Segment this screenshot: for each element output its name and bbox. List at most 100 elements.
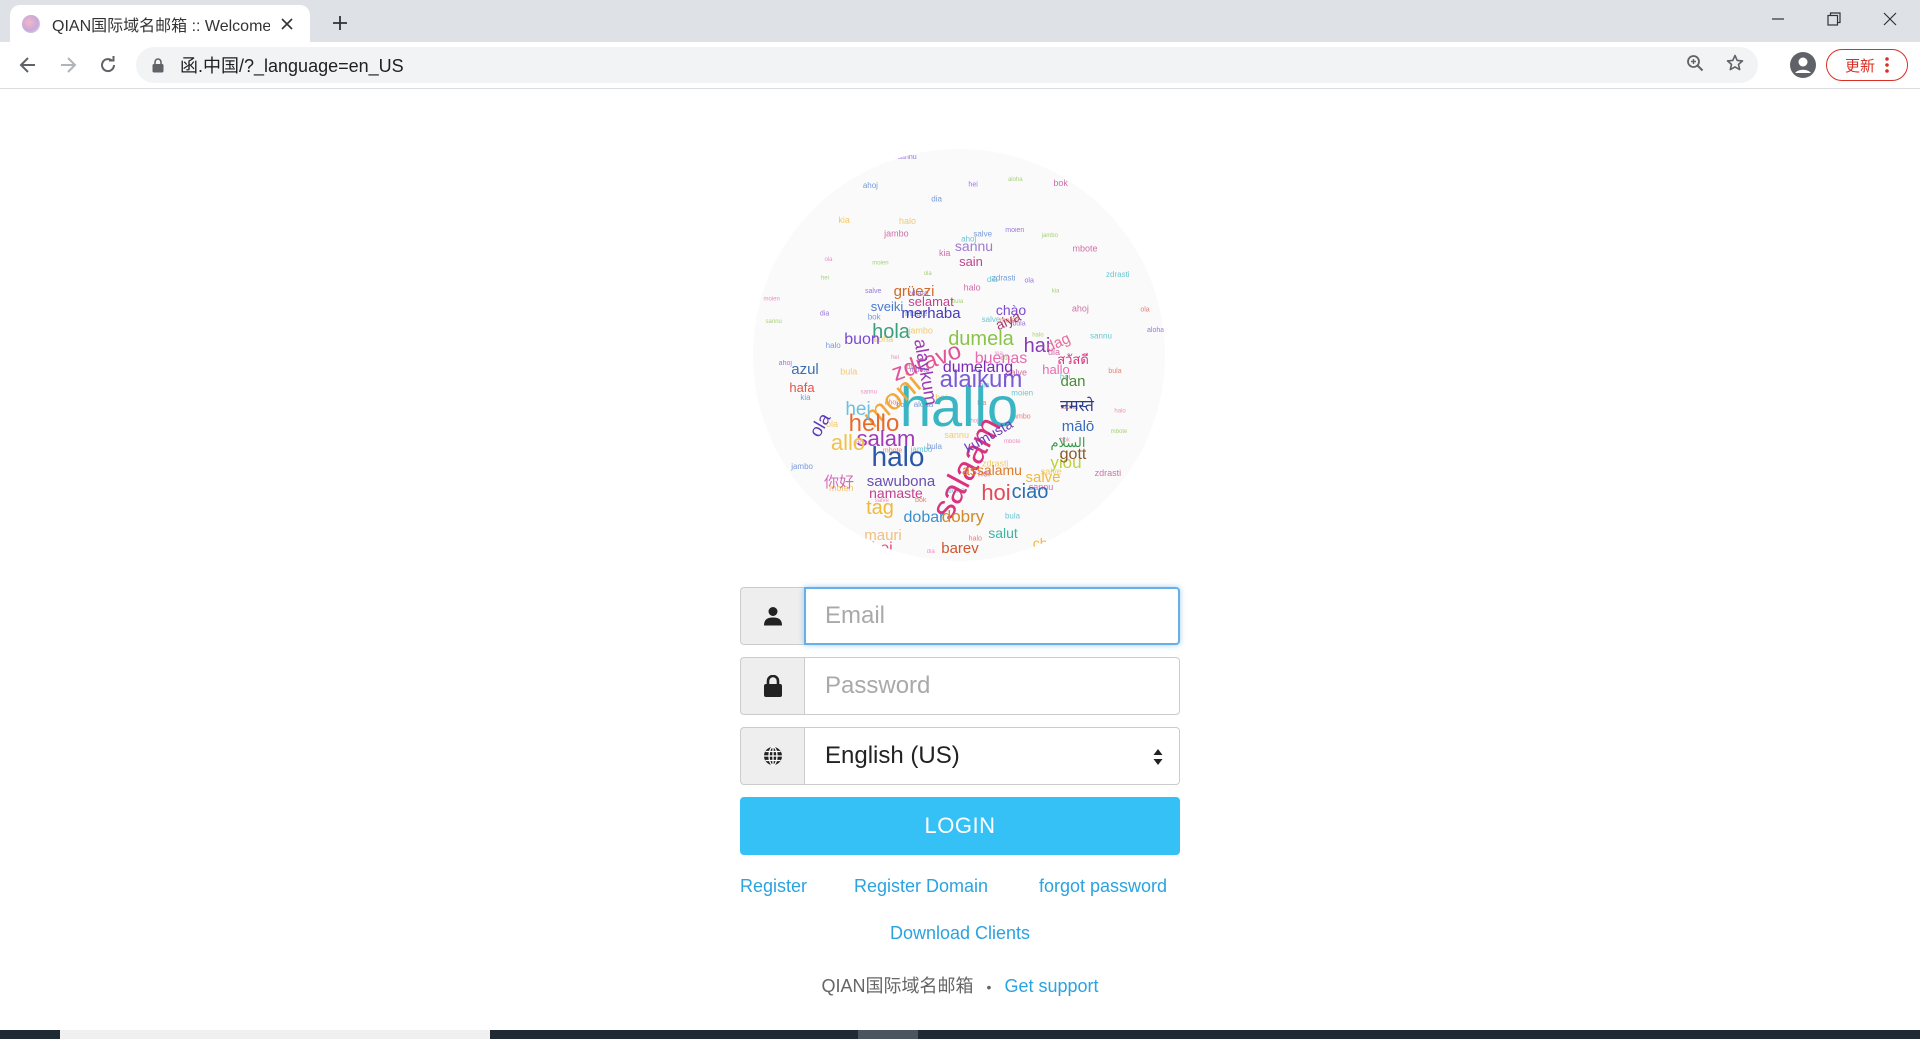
language-selected: English (US) bbox=[825, 742, 960, 769]
globe-icon bbox=[740, 727, 804, 785]
lock-icon[interactable] bbox=[150, 56, 166, 74]
reload-button[interactable] bbox=[92, 49, 124, 81]
logo-word: azul bbox=[791, 361, 819, 378]
logo-word: नमस्ते bbox=[1060, 396, 1095, 415]
zoom-icon[interactable] bbox=[1686, 54, 1704, 77]
logo-filler-word: mbote bbox=[1004, 439, 1021, 445]
register-domain-link[interactable]: Register Domain bbox=[854, 876, 988, 897]
password-row bbox=[740, 657, 1180, 715]
logo-filler-word: kia bbox=[1052, 289, 1060, 295]
logo-filler-word: sannu bbox=[898, 154, 917, 161]
logo-word: sain bbox=[959, 254, 983, 269]
back-arrow-icon bbox=[19, 57, 35, 73]
plus-icon bbox=[333, 16, 347, 30]
minimize-button[interactable] bbox=[1750, 0, 1806, 38]
register-link[interactable]: Register bbox=[740, 876, 807, 897]
logo-filler-word: zdrasti bbox=[1106, 270, 1130, 279]
logo-word: السلام bbox=[1051, 435, 1086, 451]
email-input[interactable] bbox=[804, 587, 1180, 645]
logo-word: salam bbox=[857, 426, 916, 451]
logo-filler-word: moien bbox=[764, 297, 780, 303]
download-clients-link[interactable]: Download Clients bbox=[890, 923, 1030, 943]
hello-word-cloud-logo: aloha ola hei zdrasti dia mbote halo jambo bula m… bbox=[753, 149, 1165, 563]
forward-button[interactable] bbox=[52, 49, 84, 81]
logo-filler-word: jambo bbox=[790, 462, 813, 471]
logo-filler-word: ahoj bbox=[863, 181, 878, 190]
login-button[interactable]: LOGIN bbox=[740, 797, 1180, 855]
logo-word: cao bbox=[881, 552, 905, 563]
logo-filler-word: bula bbox=[1108, 368, 1121, 375]
logo-word: buon bbox=[844, 331, 880, 348]
download-row: Download Clients bbox=[0, 923, 1920, 944]
new-tab-button[interactable] bbox=[326, 9, 354, 37]
logo-word: allo bbox=[831, 430, 865, 455]
logo-filler-word: jambo bbox=[1041, 233, 1059, 239]
url-text[interactable]: 函.中国/?_language=en_US bbox=[180, 52, 404, 78]
star-icon[interactable] bbox=[1726, 54, 1744, 77]
logo-word: dumelang bbox=[943, 359, 1013, 376]
logo-word: dumela bbox=[948, 328, 1014, 350]
profile-icon[interactable] bbox=[1788, 50, 1818, 80]
language-row: English (US) bbox=[740, 727, 1180, 785]
logo-filler-word: aloha bbox=[1147, 327, 1164, 334]
logo-word: grüezi bbox=[894, 283, 935, 300]
logo-filler-word: sannu bbox=[766, 319, 782, 325]
logo-word: tag bbox=[866, 497, 894, 519]
logo-word: salut bbox=[988, 525, 1018, 541]
select-arrows-icon bbox=[1153, 749, 1163, 765]
window-close-icon bbox=[1883, 12, 1897, 26]
close-icon[interactable] bbox=[276, 13, 298, 35]
update-button[interactable]: 更新 bbox=[1826, 49, 1908, 81]
logo-word: barev bbox=[941, 540, 979, 557]
logo-filler-word: bula bbox=[840, 366, 857, 376]
favicon-icon bbox=[22, 14, 40, 33]
logo-filler-word: halo bbox=[964, 282, 981, 292]
language-select[interactable]: English (US) bbox=[804, 727, 1180, 785]
logo-filler-word: dia bbox=[987, 275, 998, 284]
taskbar bbox=[0, 1030, 1920, 1039]
logo-filler-word: hei bbox=[968, 182, 978, 189]
logo-word: mauri bbox=[864, 527, 902, 544]
logo-filler-word: ahoj bbox=[1072, 304, 1089, 314]
logo-filler-word: mbote bbox=[1111, 429, 1128, 435]
forward-arrow-icon bbox=[61, 57, 77, 73]
logo-filler-word: jambo bbox=[883, 229, 909, 239]
browser-tab[interactable]: QIAN国际域名邮箱 :: Welcome bbox=[10, 5, 310, 42]
links-row: Register Register Domain forgot password bbox=[740, 876, 1180, 902]
logo-filler-word: sannu bbox=[1090, 332, 1112, 341]
address-bar[interactable]: 函.中国/?_language=en_US bbox=[136, 47, 1758, 83]
logo-word: mālō bbox=[1062, 418, 1095, 435]
taskbar-item[interactable] bbox=[858, 1030, 918, 1039]
forgot-password-link[interactable]: forgot password bbox=[1039, 876, 1167, 897]
logo-word: dobry bbox=[942, 507, 985, 526]
logo-word: cho bbox=[1033, 535, 1056, 551]
logo-filler-word: ola bbox=[924, 271, 933, 277]
password-input[interactable] bbox=[804, 657, 1180, 715]
get-support-link[interactable]: Get support bbox=[1004, 976, 1098, 996]
lock-icon bbox=[740, 657, 804, 715]
logo-filler-word: bula bbox=[927, 442, 943, 451]
logo-filler-word: halo bbox=[899, 216, 916, 226]
logo-word: hafa bbox=[789, 380, 815, 395]
logo-filler-word: ola bbox=[824, 257, 833, 263]
logo-filler-word: dia bbox=[931, 195, 942, 204]
update-label: 更新 bbox=[1844, 57, 1875, 75]
logo-filler-word: dia bbox=[820, 311, 829, 318]
tab-title: QIAN国际域名邮箱 :: Welcome bbox=[52, 17, 270, 35]
logo-filler-word: kia bbox=[939, 248, 951, 258]
browser-titlebar: QIAN国际域名邮箱 :: Welcome bbox=[0, 0, 1920, 42]
window-close-button[interactable] bbox=[1862, 0, 1918, 38]
logo-filler-word: moien bbox=[1005, 227, 1024, 234]
taskbar-item[interactable] bbox=[60, 1030, 490, 1039]
logo-filler-word: kia bbox=[838, 215, 850, 225]
restore-icon bbox=[1827, 12, 1841, 26]
user-icon bbox=[740, 587, 804, 645]
footer-separator: • bbox=[986, 979, 992, 995]
logo-word: assalamu bbox=[962, 462, 1022, 478]
logo-word: sannu bbox=[955, 238, 993, 254]
logo-filler-word: ola bbox=[1140, 307, 1149, 314]
logo-word: 你好 bbox=[824, 474, 854, 491]
reload-icon bbox=[101, 56, 116, 73]
restore-button[interactable] bbox=[1806, 0, 1862, 38]
back-button[interactable] bbox=[12, 49, 44, 81]
